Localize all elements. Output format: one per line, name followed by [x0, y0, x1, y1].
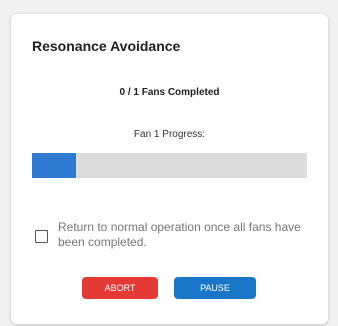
return-normal-checkbox[interactable]	[35, 230, 48, 243]
return-normal-label: Return to normal operation once all fans…	[58, 220, 301, 249]
card-title: Resonance Avoidance	[32, 38, 181, 54]
fan-progress-label: Fan 1 Progress:	[133, 129, 206, 140]
pause-button[interactable]: PAUSE	[174, 277, 256, 299]
fans-completed-status: 0 / 1 Fans Completed	[119, 87, 220, 98]
resonance-avoidance-card: Resonance Avoidance 0 / 1 Fans Completed…	[11, 14, 328, 324]
fan-progress-fill	[32, 153, 76, 178]
abort-button[interactable]: ABORT	[82, 277, 158, 299]
fan-progress-bar	[32, 153, 307, 178]
